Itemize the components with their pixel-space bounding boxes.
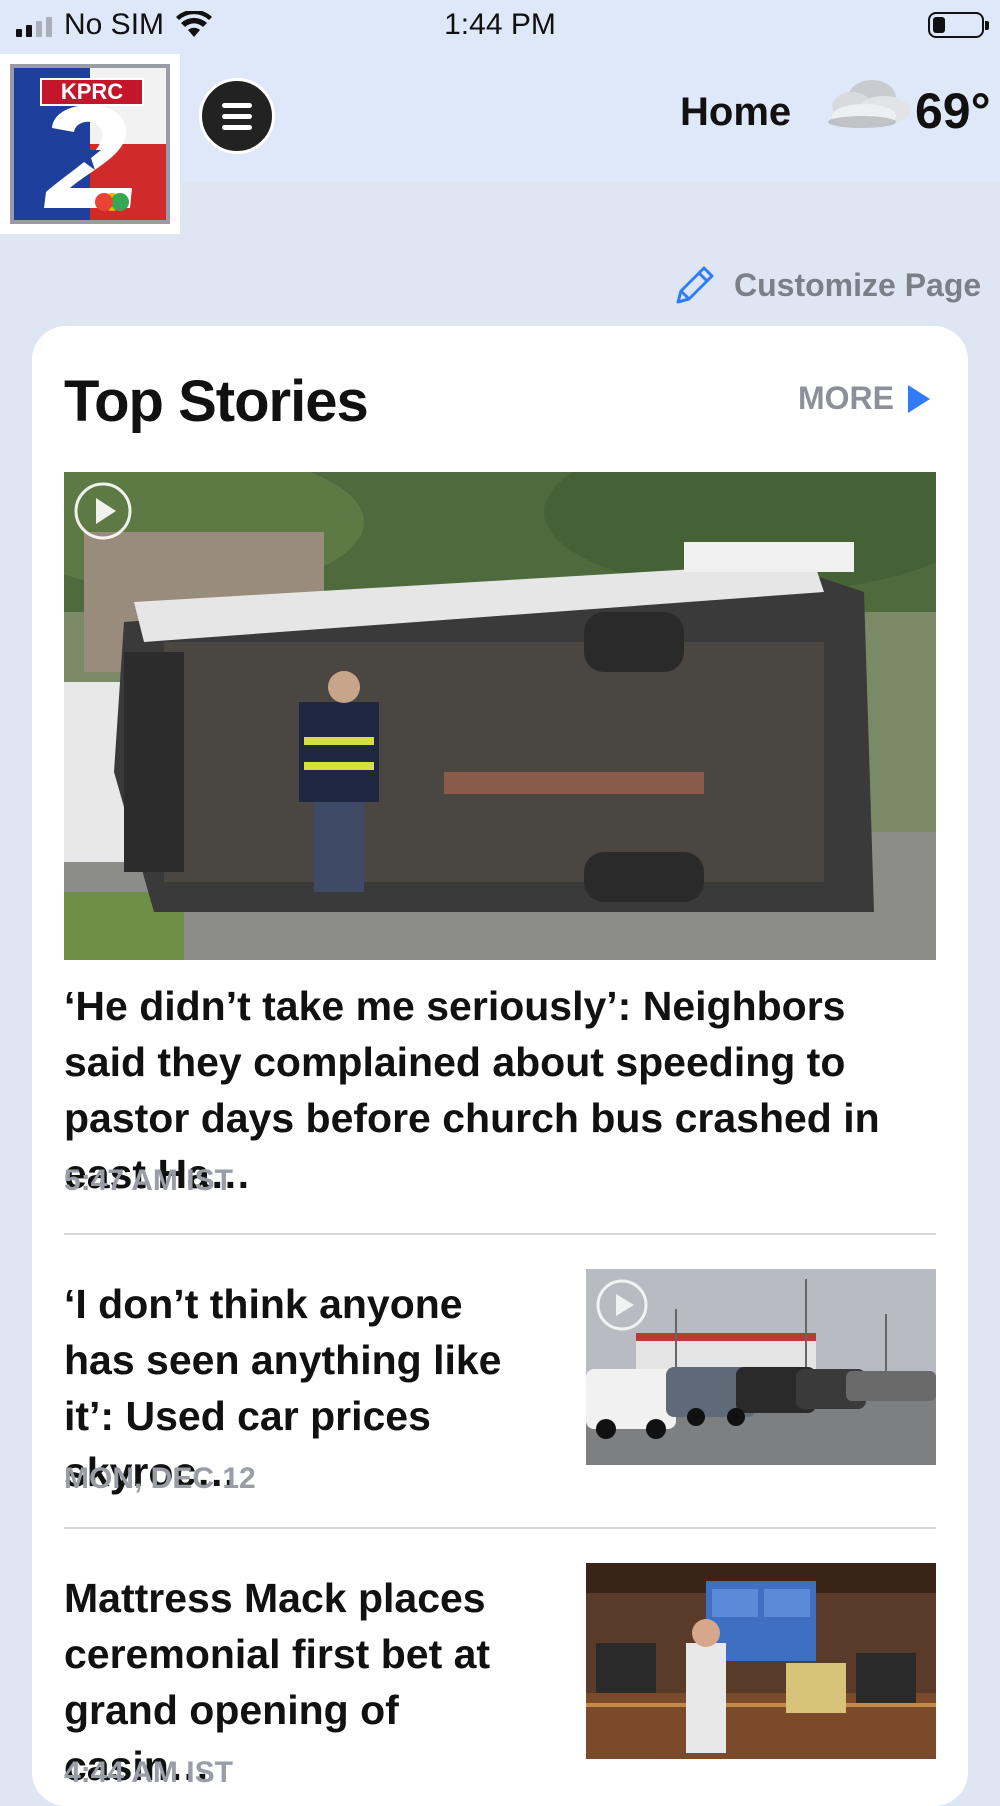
story-timestamp: MON, DEC 12 xyxy=(64,1462,256,1495)
top-stories-card: Top Stories MORE ‘He didn’t take me seri… xyxy=(32,326,968,1806)
casino-opening-photo xyxy=(586,1563,936,1759)
kprc-logo-image: KPRC xyxy=(10,64,170,224)
story-thumbnail[interactable] xyxy=(586,1269,936,1465)
customize-page-label: Customize Page xyxy=(734,266,982,303)
video-play-icon xyxy=(596,1279,648,1331)
hamburger-icon-line xyxy=(222,113,252,119)
play-arrow-icon xyxy=(908,384,930,413)
app-header: KPRC Home 69° xyxy=(0,54,1000,234)
lead-story-timestamp: 5:47 AM IST xyxy=(64,1164,233,1197)
cloud-icon[interactable] xyxy=(822,74,912,134)
story-divider xyxy=(64,1527,936,1529)
more-label: MORE xyxy=(798,380,894,416)
bus-crash-photo xyxy=(64,472,936,960)
hamburger-icon-line xyxy=(222,102,252,108)
battery-icon xyxy=(928,12,989,38)
more-link[interactable]: MORE xyxy=(798,380,932,417)
story-divider xyxy=(64,1233,936,1235)
story-thumbnail[interactable] xyxy=(586,1563,936,1759)
page-title: Home xyxy=(680,90,792,134)
section-title: Top Stories xyxy=(64,369,369,434)
story-timestamp: 4:44 AM IST xyxy=(64,1756,233,1789)
video-play-icon xyxy=(74,482,132,540)
menu-button[interactable] xyxy=(199,78,275,154)
hamburger-icon-line xyxy=(222,124,252,130)
pencil-icon xyxy=(676,266,714,304)
battery-level xyxy=(933,17,945,33)
status-bar: No SIM 1:44 PM xyxy=(0,0,1000,54)
status-time: 1:44 PM xyxy=(444,8,556,41)
logo-wordmark: KPRC xyxy=(40,78,144,106)
customize-page-link[interactable]: Customize Page xyxy=(672,262,981,308)
temperature-readout[interactable]: 69° xyxy=(915,82,991,140)
station-logo[interactable]: KPRC xyxy=(0,54,180,234)
lead-story-image[interactable] xyxy=(64,472,936,960)
